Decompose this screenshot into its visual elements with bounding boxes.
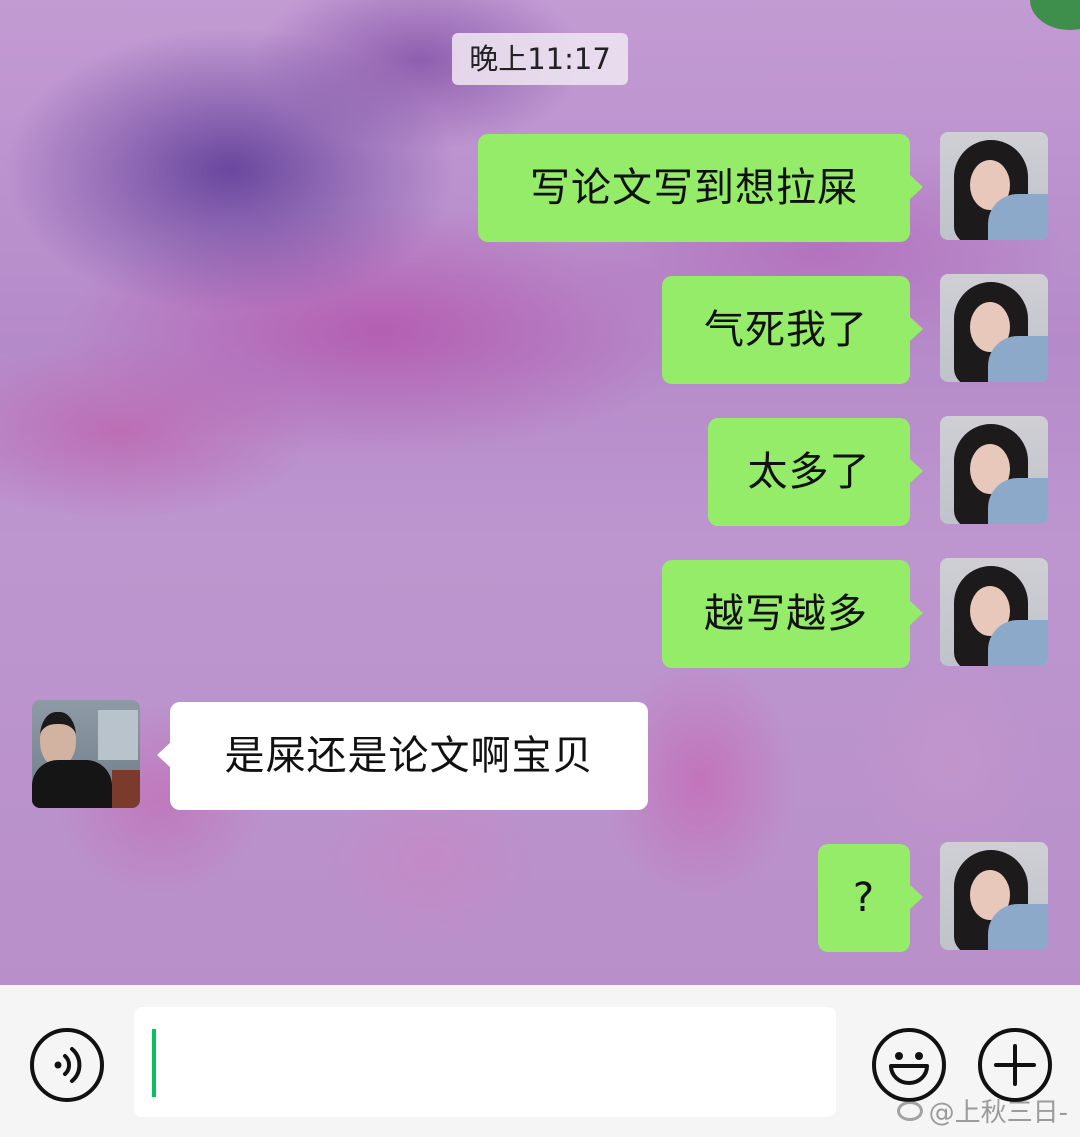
voice-icon	[54, 1047, 82, 1083]
my-avatar[interactable]	[940, 132, 1048, 240]
my-avatar[interactable]	[940, 416, 1048, 524]
my-avatar[interactable]	[940, 842, 1048, 950]
voice-input-button[interactable]	[30, 1028, 104, 1102]
my-avatar[interactable]	[940, 274, 1048, 382]
my-avatar[interactable]	[940, 558, 1048, 666]
sent-message-bubble[interactable]: 越写越多	[662, 560, 923, 668]
wallpaper-leaf	[1030, 0, 1080, 30]
plus-icon	[994, 1044, 1036, 1086]
sent-message-bubble[interactable]: 气死我了	[662, 276, 923, 384]
contact-avatar[interactable]	[32, 700, 140, 808]
message-timestamp: 晚上11:17	[452, 33, 628, 85]
emoji-button[interactable]	[872, 1028, 946, 1102]
sent-message-bubble[interactable]: ?	[818, 844, 923, 952]
sent-message-bubble[interactable]: 太多了	[708, 418, 923, 526]
sent-message-bubble[interactable]: 写论文写到想拉屎	[478, 134, 923, 242]
message-text-input[interactable]	[134, 1007, 836, 1117]
received-message-bubble[interactable]: 是屎还是论文啊宝贝	[157, 702, 648, 810]
chat-input-bar: @上秋三日-	[0, 985, 1080, 1137]
chat-screen: 晚上11:17 写论文写到想拉屎 气死我了 太多了 越写越多 是屎还是论文啊宝贝…	[0, 0, 1080, 1137]
weibo-watermark: @上秋三日-	[896, 1092, 1068, 1129]
text-caret	[152, 1029, 156, 1097]
emoji-icon	[889, 1052, 929, 1085]
watermark-text: @上秋三日-	[928, 1098, 1068, 1128]
more-functions-button[interactable]	[978, 1028, 1052, 1102]
weibo-icon	[896, 1100, 923, 1121]
